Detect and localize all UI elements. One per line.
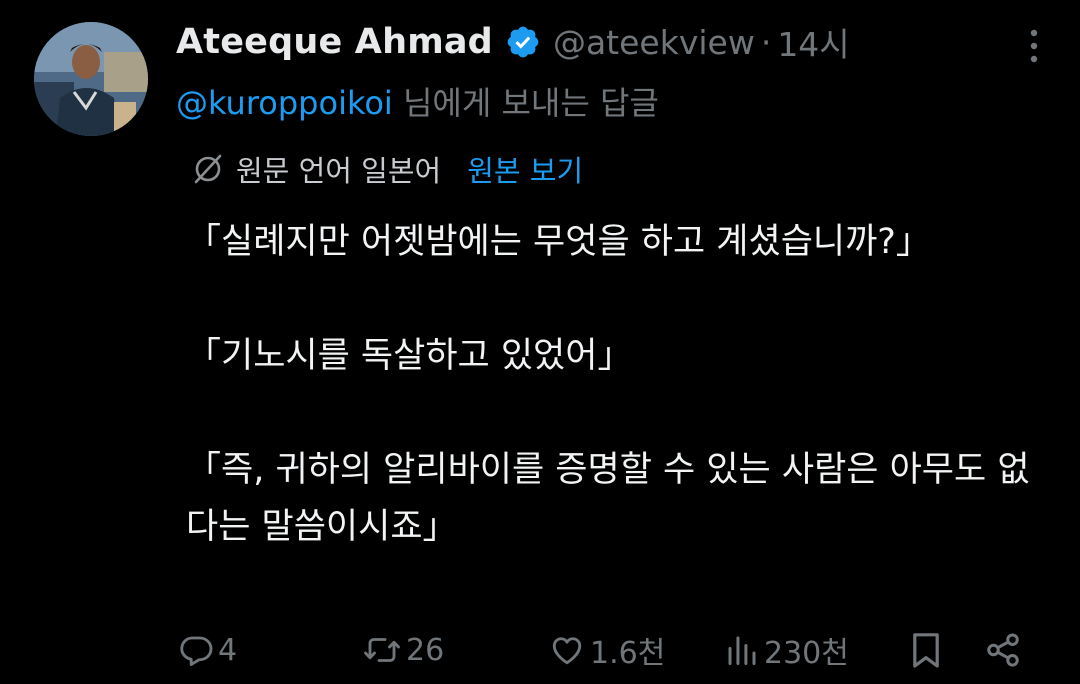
- repost-count: 26: [406, 632, 445, 668]
- repost-icon: [362, 632, 402, 668]
- share-button[interactable]: [984, 622, 1022, 678]
- bookmark-icon: [910, 630, 942, 670]
- views-button[interactable]: 230천: [724, 622, 849, 678]
- avatar[interactable]: [34, 22, 148, 136]
- author-display-name[interactable]: Ateeque Ahmad: [176, 22, 493, 62]
- reply-to-handle-link[interactable]: @kuroppoikoi: [176, 84, 393, 122]
- bookmark-button[interactable]: [910, 622, 942, 678]
- action-bar: 4 26 1.6천 230천: [0, 622, 1080, 678]
- more-options-icon[interactable]: [1028, 28, 1040, 64]
- replying-to: @kuroppoikoi 님에게 보내는 답글: [176, 78, 659, 124]
- translate-globe-icon: [190, 151, 226, 187]
- separator-dot: ·: [760, 22, 772, 62]
- reply-to-suffix: 님에게 보내는 답글: [392, 84, 659, 122]
- like-button[interactable]: 1.6천: [548, 622, 665, 678]
- reply-count: 4: [218, 632, 238, 668]
- translation-source-language: 원문 언어 일본어: [236, 154, 442, 188]
- share-icon: [984, 631, 1022, 669]
- views-icon: [724, 632, 760, 668]
- author-handle[interactable]: @ateekview: [553, 23, 755, 62]
- like-count: 1.6천: [590, 636, 666, 671]
- views-count: 230천: [764, 636, 849, 671]
- reply-icon: [178, 632, 214, 668]
- tweet-header: Ateeque Ahmad @ateekview · 14시: [176, 18, 850, 66]
- tweet-timestamp[interactable]: 14시: [777, 18, 849, 66]
- translation-bar: 원문 언어 일본어 원본 보기: [190, 146, 583, 192]
- like-icon: [548, 632, 586, 668]
- show-original-link[interactable]: 원본 보기: [467, 148, 583, 190]
- tweet-text: 「실례지만 어젯밤에는 무엇을 하고 계셨습니까?」 「기노시를 독살하고 있었…: [186, 222, 1030, 547]
- repost-button[interactable]: 26: [362, 622, 444, 678]
- verified-badge-icon: [505, 24, 541, 60]
- reply-button[interactable]: 4: [178, 622, 237, 678]
